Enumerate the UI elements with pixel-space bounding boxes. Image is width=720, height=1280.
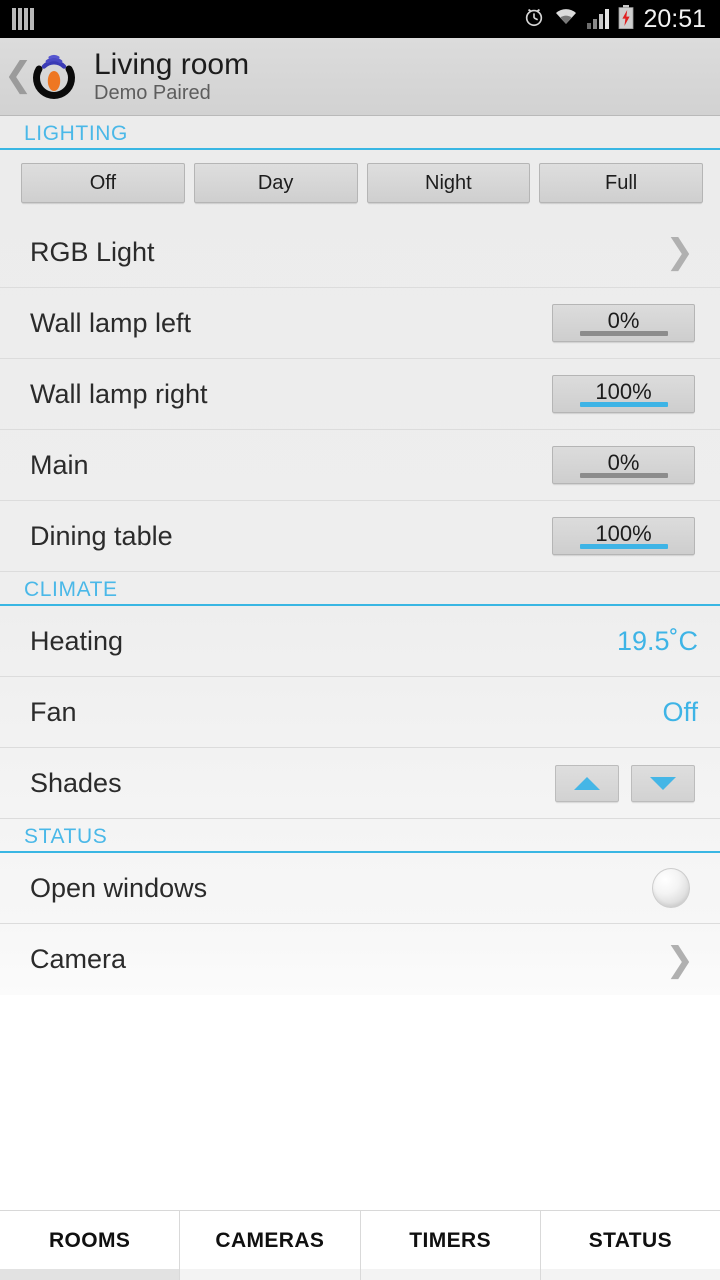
header-titles: Living room Demo Paired — [94, 47, 250, 105]
preset-button-night[interactable]: Night — [366, 163, 531, 203]
tab-timers[interactable]: TIMERS — [360, 1211, 541, 1280]
list-item-fan[interactable]: Fan Off — [0, 677, 720, 748]
chevron-right-icon: ❯ — [665, 939, 695, 980]
list-item-shades[interactable]: Shades — [0, 748, 720, 819]
preset-button-full[interactable]: Full — [539, 163, 703, 203]
app-logo-icon — [26, 49, 82, 105]
dimmer-value: 0% — [607, 449, 640, 475]
tab-status[interactable]: STATUS — [540, 1211, 720, 1280]
heating-value: 19.5˚C — [616, 625, 698, 656]
content-scroll-area[interactable]: LIGHTING Off Day Night Full RGB Light ❯ … — [0, 116, 720, 1210]
battery-charging-icon — [618, 4, 634, 34]
tab-indicator — [540, 1269, 720, 1280]
dimmer-value: 0% — [607, 307, 640, 333]
list-item-wall-lamp-right[interactable]: Wall lamp right 100% — [0, 359, 720, 430]
system-status-bar: 20:51 — [0, 0, 720, 38]
fan-value: Off — [662, 696, 698, 727]
list-item-wall-lamp-left[interactable]: Wall lamp left 0% — [0, 288, 720, 359]
list-item-label: Wall lamp left — [30, 307, 192, 338]
lighting-preset-bar: Off Day Night Full — [0, 150, 720, 217]
status-bar-right: 20:51 — [523, 4, 706, 34]
list-item-label: Open windows — [30, 872, 208, 903]
action-bar: ❮ Living room Demo Paired — [0, 38, 720, 116]
tab-rooms[interactable]: ROOMS — [0, 1211, 181, 1280]
status-led-indicator — [652, 868, 690, 908]
list-item-label: Dining table — [30, 520, 173, 551]
list-item-main[interactable]: Main 0% — [0, 430, 720, 501]
cell-signal-icon — [587, 9, 610, 29]
status-bar-clock: 20:51 — [643, 4, 706, 33]
triangle-up-icon — [574, 776, 600, 790]
app-screen: 20:51 ❮ Living room Demo Paired LIGHTING… — [0, 0, 720, 1280]
device-list: LIGHTING Off Day Night Full RGB Light ❯ … — [0, 116, 720, 995]
triangle-down-icon — [650, 776, 676, 790]
tab-cameras[interactable]: CAMERAS — [180, 1211, 361, 1280]
tab-indicator — [180, 1269, 360, 1280]
list-item-heating[interactable]: Heating 19.5˚C — [0, 606, 720, 677]
list-item-label: Camera — [30, 944, 127, 974]
shades-up-button[interactable] — [555, 764, 619, 802]
dimmer-button[interactable]: 0% — [552, 304, 695, 342]
preset-button-off[interactable]: Off — [21, 163, 185, 203]
list-item-label: RGB Light — [30, 236, 155, 267]
shades-down-button[interactable] — [631, 764, 695, 802]
section-header-lighting: LIGHTING — [0, 116, 720, 150]
dimmer-button[interactable]: 100% — [552, 517, 695, 555]
section-header-climate: CLIMATE — [0, 572, 720, 606]
status-bar-left — [12, 8, 34, 30]
dimmer-level-bar — [579, 544, 668, 549]
dimmer-level-bar — [579, 473, 668, 478]
tab-selected-indicator — [0, 1269, 180, 1280]
alarm-clock-icon — [523, 6, 545, 33]
section-header-status: STATUS — [0, 819, 720, 853]
section-title: CLIMATE — [24, 578, 118, 601]
list-item-dining-table[interactable]: Dining table 100% — [0, 501, 720, 572]
list-item-label: Shades — [30, 767, 122, 798]
dimmer-button[interactable]: 0% — [552, 446, 695, 484]
tab-indicator — [360, 1269, 540, 1280]
dimmer-value: 100% — [595, 520, 652, 546]
bottom-tab-bar: ROOMS CAMERAS TIMERS STATUS — [0, 1210, 720, 1280]
list-item-camera[interactable]: Camera ❯ — [0, 924, 720, 995]
tab-label: TIMERS — [409, 1228, 491, 1252]
dimmer-value: 100% — [595, 378, 652, 404]
list-item-label: Fan — [30, 696, 77, 727]
chevron-right-icon: ❯ — [665, 232, 695, 272]
tab-label: STATUS — [588, 1228, 673, 1252]
list-item-label: Main — [30, 449, 89, 480]
dimmer-level-bar — [579, 331, 668, 336]
page-title: Living room — [94, 47, 250, 81]
list-item-open-windows[interactable]: Open windows — [0, 853, 720, 924]
shades-stepper — [555, 764, 708, 802]
dimmer-button[interactable]: 100% — [552, 375, 695, 413]
tab-label: CAMERAS — [215, 1228, 325, 1252]
list-item-label: Wall lamp right — [30, 378, 208, 409]
section-title: STATUS — [24, 825, 108, 848]
page-subtitle: Demo Paired — [94, 81, 211, 104]
section-title: LIGHTING — [24, 122, 128, 145]
sim-bars-icon — [12, 8, 34, 30]
dimmer-level-bar — [579, 402, 668, 407]
wifi-icon — [554, 7, 578, 32]
preset-button-day[interactable]: Day — [193, 163, 358, 203]
list-item-rgb-light[interactable]: RGB Light ❯ — [0, 217, 720, 288]
tab-label: ROOMS — [48, 1228, 131, 1252]
list-item-label: Heating — [30, 625, 124, 656]
